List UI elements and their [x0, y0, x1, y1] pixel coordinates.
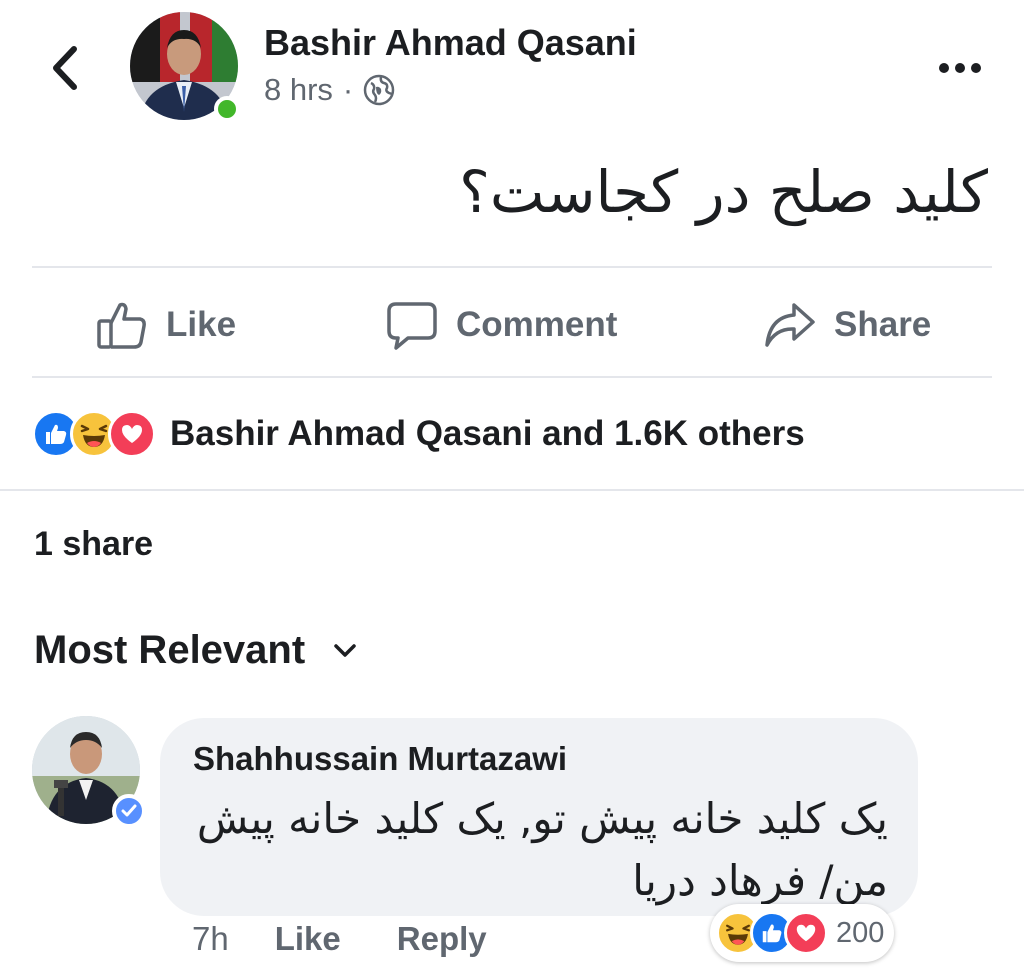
- comment-like-button[interactable]: Like: [275, 920, 341, 958]
- more-dot: [971, 63, 981, 73]
- chevron-left-icon: [53, 46, 77, 90]
- commenter-name[interactable]: Shahhussain Murtazawi: [193, 740, 567, 778]
- post-author-name[interactable]: Bashir Ahmad Qasani: [264, 22, 637, 64]
- comment-icon: [387, 302, 437, 350]
- comment-time: 7h: [192, 920, 229, 957]
- post-meta: 8 hrs ·: [264, 72, 395, 108]
- divider: [0, 489, 1024, 491]
- comment-button[interactable]: Comment: [386, 290, 617, 360]
- meta-separator: ·: [342, 72, 354, 107]
- commenter-avatar[interactable]: [32, 716, 148, 832]
- divider: [32, 266, 992, 268]
- chevron-down-icon: [334, 643, 356, 657]
- back-button[interactable]: [40, 40, 90, 96]
- share-button[interactable]: Share: [764, 290, 931, 360]
- more-dot: [955, 63, 965, 73]
- reactions-summary[interactable]: Bashir Ahmad Qasani and 1.6K others: [32, 410, 805, 458]
- online-status-dot: [214, 96, 240, 122]
- more-dot: [939, 63, 949, 73]
- comment-label: Comment: [456, 305, 618, 344]
- reactions-text: Bashir Ahmad Qasani and 1.6K others: [170, 414, 805, 453]
- like-button[interactable]: Like: [96, 290, 236, 360]
- post-text: کلید صلح در کجاست؟: [459, 158, 988, 226]
- love-reaction-icon: [108, 410, 156, 458]
- comment-text: یک کلید خانه پیش تو, یک کلید خانه پیش من…: [196, 794, 888, 905]
- shares-count[interactable]: 1 share: [34, 525, 153, 564]
- more-options-button[interactable]: [930, 50, 990, 86]
- author-avatar[interactable]: [130, 12, 242, 124]
- share-label: Share: [834, 305, 932, 344]
- comment-reaction-count: 200: [836, 916, 885, 949]
- comment-reactions[interactable]: 200: [710, 904, 895, 962]
- verified-badge-icon: [112, 794, 146, 828]
- love-reaction-icon: [784, 911, 828, 955]
- sort-label: Most Relevant: [34, 628, 306, 672]
- comment-reply-button[interactable]: Reply: [397, 920, 487, 958]
- comment-sort-dropdown[interactable]: Most Relevant: [34, 628, 357, 673]
- globe-icon[interactable]: [363, 74, 395, 106]
- comment-footer: 7h Like Reply: [192, 920, 487, 958]
- share-arrow-icon: [765, 303, 815, 347]
- post-time[interactable]: 8 hrs: [264, 72, 333, 108]
- like-label: Like: [166, 305, 237, 344]
- thumbs-up-icon: [97, 302, 146, 349]
- divider: [32, 376, 992, 378]
